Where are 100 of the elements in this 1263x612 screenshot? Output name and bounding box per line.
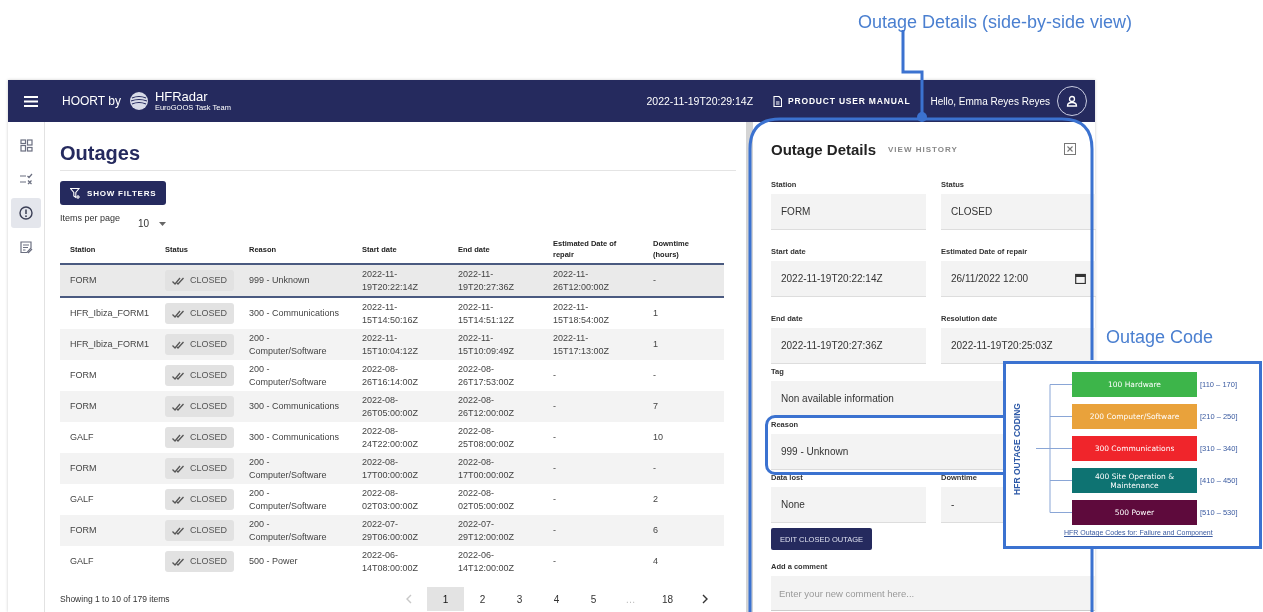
table-row[interactable]: GALF CLOSED 200 - Computer/Software 2022-08-02T03:00:00Z 2022-08-02T05:00:00Z - 2 [60, 484, 724, 515]
status-label: CLOSED [190, 400, 227, 413]
table-cell: 1 [653, 308, 658, 318]
items-per-page-select[interactable]: 10 [138, 218, 167, 229]
table-cell: 2022-08-26T12:00:00Z [458, 394, 515, 418]
table-cell: - [553, 556, 556, 566]
text-field[interactable]: 26/11/2022 12:00 [941, 261, 1096, 297]
status-label: CLOSED [190, 462, 227, 475]
table-cell: 2022-08-24T22:00:00Z [362, 425, 419, 449]
close-icon[interactable] [1064, 143, 1076, 155]
table-cell: 2022-11-15T18:54:00Z [553, 301, 610, 325]
table-cell: 7 [653, 401, 658, 411]
annotation-label: Outage Code [1106, 327, 1214, 348]
status-label: CLOSED [190, 493, 227, 506]
table-cell: 2022-08-17T00:00:00Z [362, 456, 419, 480]
table-cell: 2022-11-15T10:09:49Z [458, 332, 515, 356]
alert-icon [19, 206, 33, 220]
status-label: CLOSED [190, 555, 227, 568]
timestamp: 2022-11-19T20:29:14Z [646, 95, 754, 107]
table-cell: 2022-11-15T14:51:12Z [458, 301, 515, 325]
table-cell: FORM [70, 370, 97, 380]
table-cell: 2022-11-15T14:50:16Z [362, 301, 419, 325]
logo-text: HFRadar [154, 90, 209, 104]
view-history-link[interactable]: VIEW HISTORY [888, 144, 958, 154]
status-label: CLOSED [190, 431, 227, 444]
table-cell: 200 - Computer/Software [249, 332, 327, 356]
table-cell: - [653, 275, 656, 285]
page-button[interactable]: 1 [427, 587, 464, 611]
table-cell: GALF [70, 556, 94, 566]
table-cell: 2022-08-26T17:53:00Z [458, 363, 515, 387]
table-cell: GALF [70, 432, 94, 442]
table-cell: 2022-08-26T16:14:00Z [362, 363, 419, 387]
page-button[interactable]: 3 [501, 587, 538, 611]
double-check-icon [172, 557, 185, 566]
page-button[interactable]: 5 [575, 587, 612, 611]
table-cell: - [553, 401, 556, 411]
table-row[interactable]: GALF CLOSED 500 - Power 2022-06-14T08:00:00Z 2022-06-14T12:00:00Z - 4 [60, 546, 724, 577]
table-row[interactable]: HFR_Ibiza_FORM1 CLOSED 200 - Computer/Software 2022-11-15T10:04:12Z 2022-11-15T10:09:49Z 2022-11-15T17:13:00Z 1 [60, 329, 724, 360]
double-check-icon [172, 371, 185, 380]
document-icon [773, 95, 783, 107]
text-field[interactable]: CLOSED [941, 194, 1096, 230]
table-cell: 4 [653, 556, 658, 566]
table-row[interactable]: FORM CLOSED 200 - Computer/Software 2022-08-17T00:00:00Z 2022-08-17T00:00:00Z - - [60, 453, 724, 484]
grid-icon [19, 138, 33, 152]
table-cell: 200 - Computer/Software [249, 456, 327, 480]
page-button[interactable]: 18 [649, 587, 686, 611]
table-cell: - [653, 370, 656, 380]
comment-field[interactable]: Enter your new comment here... [771, 576, 1095, 611]
table-cell: - [653, 463, 656, 473]
double-check-icon [172, 276, 185, 285]
table-cell: FORM [70, 463, 97, 473]
page-button[interactable]: 2 [464, 587, 501, 611]
table-cell: HFR_Ibiza_FORM1 [70, 308, 150, 318]
table-cell: 200 - Computer/Software [249, 518, 327, 542]
pagination-summary: Showing 1 to 10 of 179 items [60, 594, 171, 604]
table-cell: 2022-11-15T17:13:00Z [553, 332, 610, 356]
table-cell: 2022-06-14T12:00:00Z [458, 549, 515, 573]
status-label: CLOSED [190, 307, 227, 320]
table-cell: 200 - Computer/Software [249, 363, 327, 387]
table-cell: 2022-11-19T20:22:14Z [362, 268, 419, 292]
table-cell: 2022-07-29T06:00:00Z [362, 518, 419, 542]
table-cell: - [553, 463, 556, 473]
text-field[interactable]: 2022-11-19T20:22:14Z [771, 261, 926, 297]
notes-icon [19, 240, 33, 254]
text-field[interactable]: FORM [771, 194, 926, 230]
table-cell: 2022-08-25T08:00:00Z [458, 425, 515, 449]
vertical-label: HFR OUTAGE CODING [1012, 402, 1023, 495]
table-cell: 2022-11-19T20:27:36Z [458, 268, 515, 292]
page-button[interactable]: 4 [538, 587, 575, 611]
table-cell: 2022-11-15T10:04:12Z [362, 332, 419, 356]
table-cell: 2022-08-02T05:00:00Z [458, 487, 515, 511]
table-cell: 10 [653, 432, 663, 442]
status-label: CLOSED [190, 274, 227, 287]
table-cell: - [553, 370, 556, 380]
table-cell: 200 - Computer/Software [249, 487, 327, 511]
double-check-icon [172, 340, 185, 349]
text-field[interactable]: 2022-11-19T20:25:03Z [941, 328, 1096, 364]
chevron-right-icon [701, 594, 708, 604]
table-row[interactable]: HFR_Ibiza_FORM1 CLOSED 300 - Communications 2022-11-15T14:50:16Z 2022-11-15T14:51:12Z 2022-11-15T18:54:00Z 1 [60, 297, 724, 329]
sidebar-item[interactable] [11, 198, 41, 228]
scrollbar[interactable] [746, 122, 753, 612]
table-cell: 1 [653, 339, 658, 349]
menu-icon[interactable] [24, 95, 38, 107]
text-field[interactable]: None [771, 487, 926, 523]
page-title: Outages [60, 141, 142, 165]
text-field[interactable]: 2022-11-19T20:27:36Z [771, 328, 926, 364]
calendar-icon[interactable] [1075, 273, 1086, 284]
show-filters-button[interactable]: SHOW FILTERS [60, 181, 167, 205]
table-cell: 999 - Unknown [249, 275, 310, 285]
table-cell: GALF [70, 494, 94, 504]
table-row[interactable]: FORM CLOSED 200 - Computer/Software 2022-08-26T16:14:00Z 2022-08-26T17:53:00Z - - [60, 360, 724, 391]
status-label: CLOSED [190, 524, 227, 537]
table-row[interactable]: FORM CLOSED 200 - Computer/Software 2022-07-29T06:00:00Z 2022-07-29T12:00:00Z - 6 [60, 515, 724, 546]
table-cell: FORM [70, 525, 97, 535]
chevron-left-icon [405, 594, 412, 604]
table-row[interactable]: FORM CLOSED 300 - Communications 2022-08-26T05:00:00Z 2022-08-26T12:00:00Z - 7 [60, 391, 724, 422]
table-row[interactable]: FORM CLOSED 999 - Unknown 2022-11-19T20:22:14Z 2022-11-19T20:27:36Z 2022-11-26T12:00:00Z - [60, 264, 724, 297]
double-check-icon [172, 464, 185, 473]
manual-link[interactable]: PRODUCT USER MANUAL [773, 95, 911, 107]
table-row[interactable]: GALF CLOSED 300 - Communications 2022-08-24T22:00:00Z 2022-08-25T08:00:00Z - 10 [60, 422, 724, 453]
